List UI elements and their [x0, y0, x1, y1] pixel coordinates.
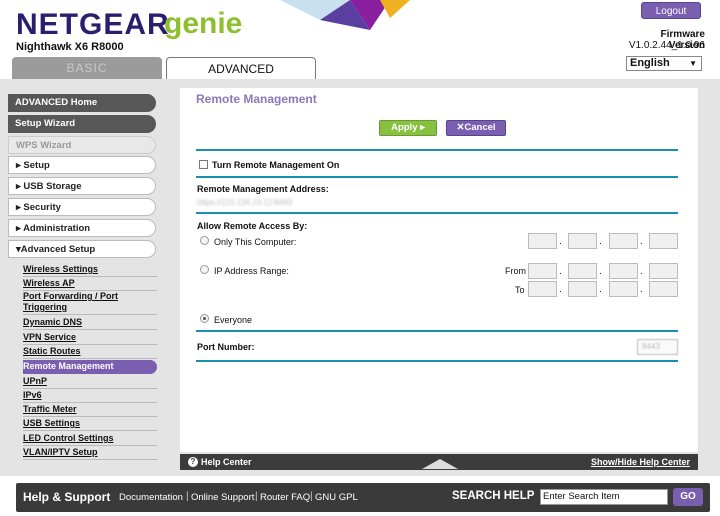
single-ip-octet-4[interactable] — [649, 233, 678, 249]
sidebar-item-wps-wizard[interactable]: WPS Wizard — [8, 136, 156, 154]
submenu-wireless-ap[interactable]: Wireless AP — [23, 277, 157, 291]
ip-separator: . — [599, 266, 602, 277]
address-label: Remote Management Address: — [197, 184, 329, 194]
help-support-title: Help & Support — [23, 490, 111, 504]
divider — [196, 212, 678, 214]
port-number-label: Port Number: — [197, 342, 255, 352]
submenu-wireless-settings[interactable]: Wireless Settings — [23, 263, 157, 277]
only-this-computer-label: Only This Computer: — [214, 237, 297, 247]
sidebar-item-setup-wizard[interactable]: Setup Wizard — [8, 115, 156, 133]
ip-range-label: IP Address Range: — [214, 266, 289, 276]
firmware-version: V1.0.2.44_1.0.96 — [628, 40, 705, 51]
cancel-button[interactable]: ✕Cancel — [446, 120, 506, 136]
remote-address-value: https://123.134.23.12:8443 — [197, 198, 293, 207]
submenu-traffic-meter[interactable]: Traffic Meter — [23, 403, 157, 417]
allow-access-label: Allow Remote Access By: — [197, 221, 308, 231]
help-support-footer: Help & Support Documentation | Online Su… — [16, 483, 710, 512]
ip-separator: . — [599, 236, 602, 247]
show-hide-help-link[interactable]: Show/Hide Help Center — [591, 454, 690, 470]
from-label: From — [505, 266, 526, 276]
to-ip-octet-4[interactable] — [649, 281, 678, 297]
ip-separator: . — [640, 284, 643, 295]
ip-separator: . — [640, 236, 643, 247]
help-center-label[interactable]: Help Center — [201, 454, 252, 470]
sidebar-item-label: Security — [23, 202, 61, 213]
submenu-dynamic-dns[interactable]: Dynamic DNS — [23, 316, 157, 330]
turn-on-label: Turn Remote Management On — [212, 160, 340, 170]
from-ip-octet-4[interactable] — [649, 263, 678, 279]
sidebar-item-label: Setup — [23, 160, 50, 171]
submenu-static-routes[interactable]: Static Routes — [23, 345, 157, 359]
divider — [196, 360, 678, 362]
online-support-link[interactable]: Online Support — [191, 492, 254, 503]
documentation-link[interactable]: Documentation — [119, 492, 183, 503]
netgear-logo: NETGEAR — [16, 8, 170, 41]
gnu-gpl-link[interactable]: GNU GPL — [315, 492, 358, 503]
router-faq-link[interactable]: Router FAQ — [260, 492, 310, 503]
router-model: Nighthawk X6 R8000 — [16, 41, 124, 53]
expand-arrow-icon[interactable] — [422, 459, 458, 469]
submenu-upnp[interactable]: UPnP — [23, 375, 157, 389]
sidebar-item-advanced-home[interactable]: ADVANCED Home — [8, 94, 156, 112]
sidebar-item-advanced-setup[interactable]: ▾Advanced Setup — [8, 240, 156, 258]
submenu-remote-management[interactable]: Remote Management — [23, 360, 157, 374]
chevron-down-icon: ▼ — [689, 59, 697, 68]
submenu-vlan-iptv[interactable]: VLAN/IPTV Setup — [23, 446, 157, 460]
sidebar-item-setup[interactable]: ▸ Setup — [8, 156, 156, 174]
remote-management-checkbox[interactable] — [199, 160, 208, 169]
sidebar-item-security[interactable]: ▸ Security — [8, 198, 156, 216]
language-select[interactable]: English ▼ — [626, 56, 702, 71]
sidebar-item-usb-storage[interactable]: ▸ USB Storage — [8, 177, 156, 195]
submenu-vpn-service[interactable]: VPN Service — [23, 331, 157, 345]
cancel-label: Cancel — [464, 122, 496, 133]
divider — [196, 149, 678, 151]
ip-separator: . — [559, 236, 562, 247]
single-ip-octet-3[interactable] — [609, 233, 638, 249]
ip-separator: . — [599, 284, 602, 295]
ip-separator: . — [559, 266, 562, 277]
from-ip-octet-1[interactable] — [528, 263, 557, 279]
sidebar-item-label: USB Storage — [23, 181, 82, 192]
submenu-usb-settings[interactable]: USB Settings — [23, 417, 157, 431]
search-help-label: SEARCH HELP — [452, 490, 535, 502]
help-center-bar: ? Help Center Show/Hide Help Center — [180, 454, 698, 470]
ip-separator: . — [559, 284, 562, 295]
help-icon: ? — [188, 457, 198, 467]
everyone-radio[interactable] — [200, 314, 209, 323]
submenu-led-control[interactable]: LED Control Settings — [23, 432, 157, 446]
page-title: Remote Management — [196, 92, 317, 106]
to-ip-octet-1[interactable] — [528, 281, 557, 297]
logout-button[interactable]: Logout — [641, 2, 701, 19]
sidebar-item-administration[interactable]: ▸ Administration — [8, 219, 156, 237]
port-number-input[interactable]: 8443 — [637, 339, 678, 355]
link-separator: | — [255, 491, 258, 502]
tab-advanced[interactable]: ADVANCED — [166, 57, 316, 79]
divider — [196, 330, 678, 332]
single-ip-octet-2[interactable] — [568, 233, 597, 249]
ip-separator: . — [640, 266, 643, 277]
link-separator: | — [310, 491, 313, 502]
divider — [196, 176, 678, 178]
to-ip-octet-3[interactable] — [609, 281, 638, 297]
sidebar-item-label: Advanced Setup — [20, 244, 96, 255]
genie-logo: genie — [164, 7, 243, 40]
apply-button[interactable]: Apply ▸ — [379, 120, 437, 136]
language-value: English — [630, 57, 670, 69]
submenu-ipv6[interactable]: IPv6 — [23, 389, 157, 403]
to-label: To — [515, 285, 525, 295]
header-decoration — [280, 0, 410, 30]
everyone-label: Everyone — [214, 315, 253, 325]
go-button[interactable]: GO — [673, 488, 703, 506]
search-input[interactable]: Enter Search Item — [540, 489, 668, 505]
from-ip-octet-2[interactable] — [568, 263, 597, 279]
submenu-port-forwarding[interactable]: Port Forwarding / Port Triggering — [23, 291, 157, 315]
link-separator: | — [186, 491, 189, 502]
tab-basic[interactable]: BASIC — [12, 57, 162, 79]
single-ip-octet-1[interactable] — [528, 233, 557, 249]
to-ip-octet-2[interactable] — [568, 281, 597, 297]
from-ip-octet-3[interactable] — [609, 263, 638, 279]
only-this-computer-radio[interactable] — [200, 236, 209, 245]
sidebar-item-label: Administration — [23, 223, 91, 234]
ip-range-radio[interactable] — [200, 265, 209, 274]
